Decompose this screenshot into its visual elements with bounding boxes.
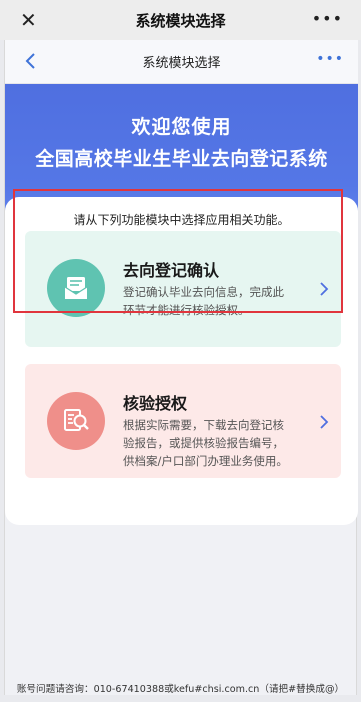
desc-line: 验报告，或提供核验报告编号， bbox=[123, 436, 284, 450]
desc-line: 供档案/户口部门办理业务使用。 bbox=[123, 454, 288, 468]
module-destination-confirm[interactable]: 去向登记确认 登记确认毕业去向信息，完成此 环节才能进行核验授权。 bbox=[25, 231, 341, 347]
inner-more-icon[interactable]: ••• bbox=[316, 51, 344, 67]
document-envelope-icon bbox=[47, 259, 105, 317]
module-description: 根据实际需要，下载去向登记核 验报告，或提供核验报告编号， 供档案/户口部门办理… bbox=[123, 416, 313, 470]
banner-welcome-text: 欢迎您使用 bbox=[131, 116, 232, 138]
outer-page-title: 系统模块选择 bbox=[135, 11, 226, 30]
module-verify-authorize[interactable]: 核验授权 根据实际需要，下载去向登记核 验报告，或提供核验报告编号， 供档案/户… bbox=[25, 364, 341, 478]
more-options-icon[interactable]: ••• bbox=[312, 9, 343, 28]
desc-line: 登记确认毕业去向信息，完成此 bbox=[123, 285, 284, 299]
page-frame: 系统模块选择 ••• 欢迎您使用 全国高校毕业生毕业去向登记系统 请从下列功能模… bbox=[4, 40, 358, 695]
desc-line: 环节才能进行核验授权。 bbox=[123, 303, 250, 317]
inner-page-title: 系统模块选择 bbox=[142, 56, 221, 71]
back-arrow-icon[interactable] bbox=[23, 50, 39, 72]
outer-title-bar: ✕ 系统模块选择 ••• bbox=[0, 0, 361, 40]
support-contact-footer: 账号问题请咨询：010-67410388或kefu#chsi.com.cn（请把… bbox=[16, 684, 345, 695]
desc-line: 根据实际需要，下载去向登记核 bbox=[123, 418, 284, 432]
chevron-right-icon bbox=[319, 281, 329, 297]
module-description: 登记确认毕业去向信息，完成此 环节才能进行核验授权。 bbox=[123, 283, 313, 319]
banner-system-name: 全国高校毕业生毕业去向登记系统 bbox=[35, 148, 328, 170]
inner-title-bar: 系统模块选择 ••• bbox=[5, 40, 358, 84]
close-icon[interactable]: ✕ bbox=[20, 8, 37, 32]
chevron-right-icon bbox=[319, 414, 329, 430]
instruction-text: 请从下列功能模块中选择应用相关功能。 bbox=[73, 213, 290, 227]
module-card: 请从下列功能模块中选择应用相关功能。 去向登记确认 登记确认毕业去向信息，完成此… bbox=[5, 197, 358, 525]
module-title: 核验授权 bbox=[123, 394, 188, 413]
verify-search-icon bbox=[47, 392, 105, 450]
module-title: 去向登记确认 bbox=[123, 261, 220, 280]
